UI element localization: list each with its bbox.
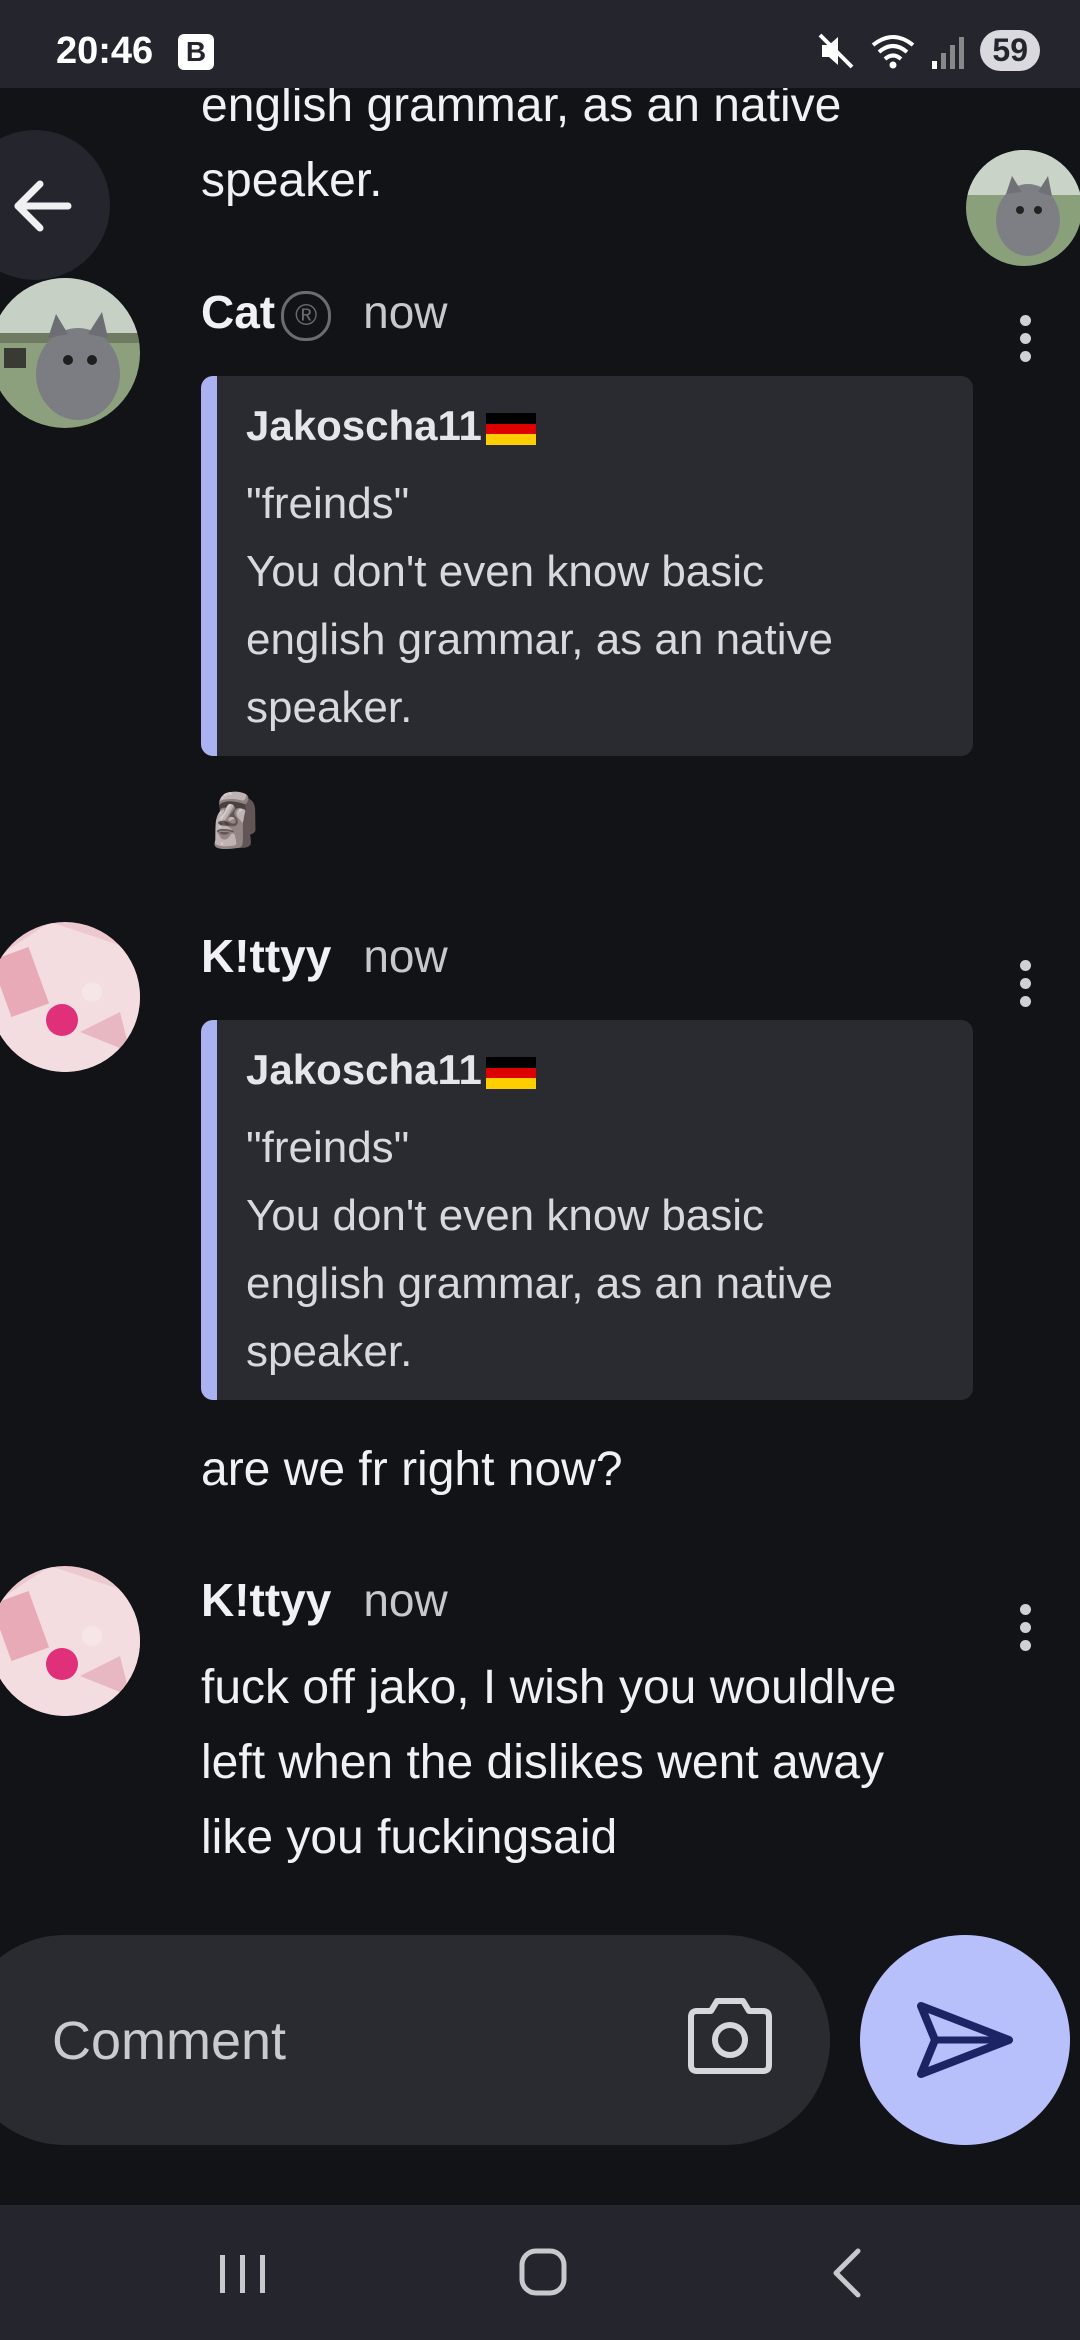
previous-message-line: speaker. <box>201 154 383 207</box>
mute-icon <box>818 33 854 68</box>
notification-badge: B <box>178 34 214 70</box>
author-name: K!ttyy <box>201 930 332 982</box>
current-user-avatar[interactable] <box>966 150 1080 266</box>
wifi-icon <box>872 34 915 68</box>
author-name: K!ttyy <box>201 1574 332 1626</box>
quote-author: Jakoscha11 <box>246 1046 536 1094</box>
quote-line: You don't even know basic <box>246 1191 765 1240</box>
status-bar: 20:46 B 59 <box>0 0 1080 88</box>
quote-author: Jakoscha11 <box>246 402 536 450</box>
back-nav-icon[interactable] <box>812 2243 882 2303</box>
comment-time: now <box>363 286 448 338</box>
camera-icon[interactable] <box>685 1995 775 2075</box>
quote-line: english grammar, as an native <box>246 615 833 664</box>
quote-line: speaker. <box>246 683 413 732</box>
comment-text: like you fuckingsaid <box>201 1811 618 1864</box>
comment-author[interactable]: Cat ® now <box>201 285 448 341</box>
comment-time: now <box>363 1574 448 1626</box>
moai-emoji: 🗿 <box>203 792 268 850</box>
germany-flag-icon <box>485 412 536 445</box>
signal-icon <box>932 36 965 69</box>
quote-line: "freinds" <box>246 479 410 528</box>
germany-flag-icon <box>485 1056 536 1089</box>
avatar[interactable] <box>0 922 140 1072</box>
quote-line: "freinds" <box>246 1123 410 1172</box>
registered-mark: ® <box>281 290 332 341</box>
quote-bar <box>201 376 217 756</box>
more-options-button[interactable] <box>1010 1604 1040 1664</box>
quote-line: You don't even know basic <box>246 547 765 596</box>
comment-author[interactable]: K!ttyy now <box>201 1573 448 1627</box>
more-options-button[interactable] <box>1010 315 1040 375</box>
comment-text: are we fr right now? <box>201 1443 623 1496</box>
send-button[interactable] <box>860 1935 1070 2145</box>
comment-input[interactable] <box>50 1995 614 2087</box>
quote-line: english grammar, as an native <box>246 1259 833 1308</box>
comment-text: left when the dislikes went away <box>201 1736 885 1789</box>
avatar[interactable] <box>0 278 140 428</box>
comment-author[interactable]: K!ttyy now <box>201 929 448 983</box>
comment-composer <box>0 1935 830 2145</box>
recent-apps-icon[interactable] <box>208 2243 278 2303</box>
comment-text: fuck off jako, I wish you wouldlve <box>201 1661 897 1714</box>
home-icon[interactable] <box>508 2243 578 2303</box>
avatar[interactable] <box>0 1566 140 1716</box>
quote-bar <box>201 1020 217 1400</box>
quote-line: speaker. <box>246 1327 413 1376</box>
more-options-button[interactable] <box>1010 960 1040 1020</box>
system-navigation-bar <box>0 2205 1080 2340</box>
comment-time: now <box>363 930 448 982</box>
quoted-message: Jakoscha11 "freinds" You don't even know… <box>201 1020 973 1400</box>
arrow-left-icon <box>14 180 72 232</box>
quoted-message: Jakoscha11 "freinds" You don't even know… <box>201 376 973 756</box>
status-time: 20:46 <box>56 30 154 72</box>
battery-indicator: 59 <box>980 30 1040 71</box>
send-icon <box>917 2002 1013 2078</box>
author-name: Cat <box>201 286 276 338</box>
